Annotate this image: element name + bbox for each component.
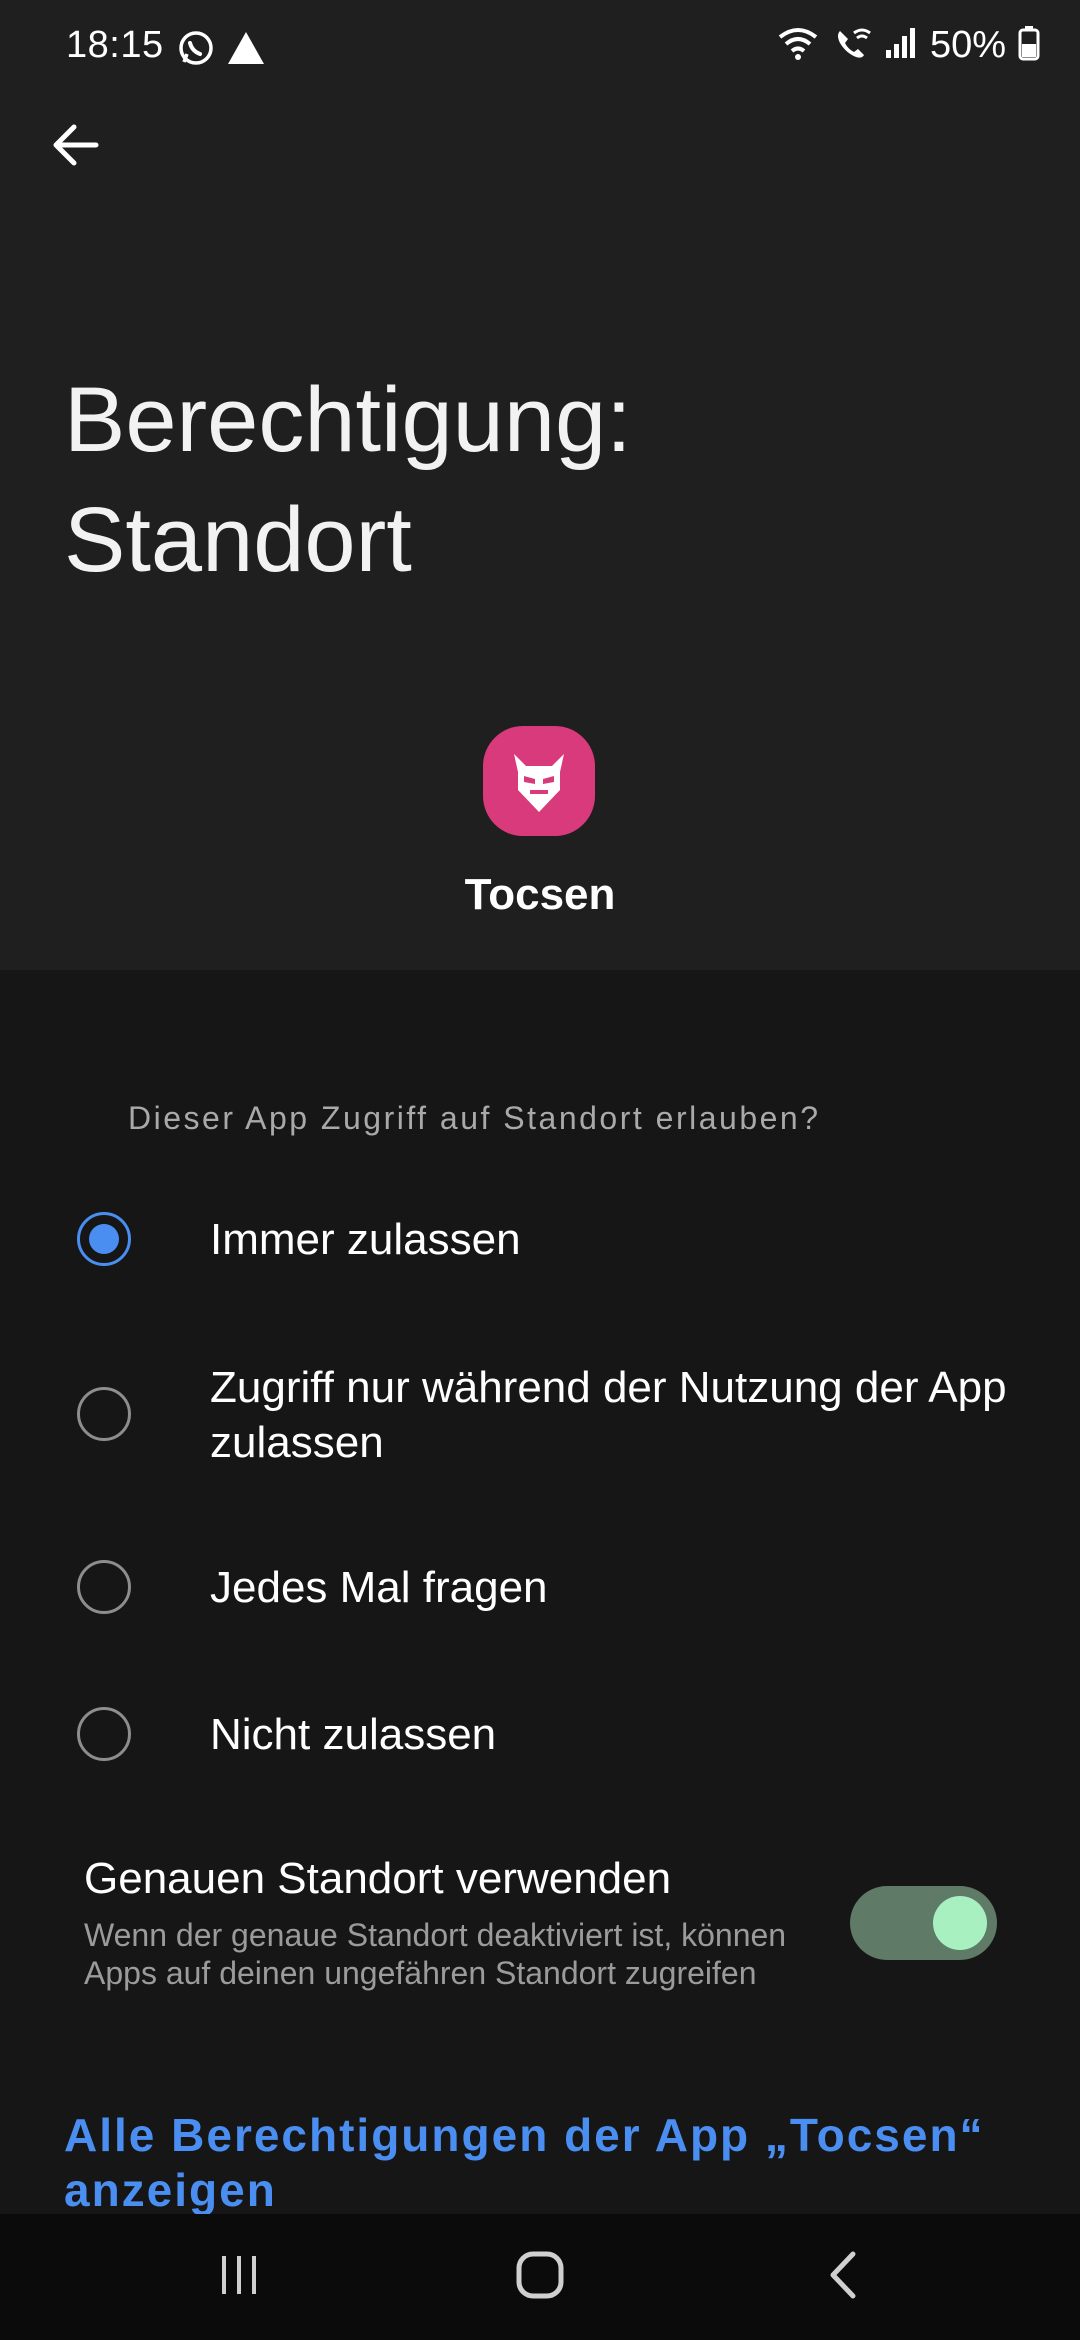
whatsapp-icon [176,28,216,73]
tocsen-app-icon [483,726,595,836]
system-navigation-bar [0,2214,1080,2340]
status-time: 18:15 [66,24,164,66]
page-title-line2: Standort [64,489,412,591]
option-label: Zugriff nur während der Nutzung der App … [210,1363,1007,1467]
toggle-knob [933,1896,987,1950]
precise-location-toggle[interactable] [850,1886,997,1960]
option-allow-while-using[interactable]: Zugriff nur während der Nutzung der App … [0,1360,1080,1480]
back-button[interactable] [40,112,110,182]
wifi-icon [776,25,820,66]
battery-icon [1018,25,1040,66]
nav-back-button[interactable] [808,2242,878,2312]
option-label: Immer zulassen [210,1215,521,1264]
home-icon [514,2249,566,2306]
radio-button[interactable] [77,1707,131,1761]
option-always-allow[interactable]: Immer zulassen [0,1212,1080,1298]
home-button[interactable] [505,2242,575,2312]
option-dont-allow[interactable]: Nicht zulassen [0,1707,1080,1793]
app-name: Tocsen [464,870,616,919]
radio-button[interactable] [77,1560,131,1614]
recent-apps-button[interactable] [204,2242,274,2312]
page-title: Berechtigung: Standort [64,360,964,600]
all-permissions-link[interactable]: Alle Berechtigungen der App „Tocsen“ anz… [64,2108,1024,2218]
option-ask-every-time[interactable]: Jedes Mal fragen [0,1560,1080,1646]
recent-apps-icon [216,2252,262,2303]
radio-button[interactable] [77,1387,131,1441]
battery-percent: 50% [929,24,1006,66]
status-bar: 18:15 50% [0,0,1080,96]
arrow-left-icon [50,123,100,172]
signal-icon [884,26,918,65]
precise-location-title: Genauen Standort verwenden [84,1854,672,1903]
warning-triangle-icon [226,30,266,71]
option-label: Jedes Mal fragen [210,1563,548,1612]
permission-question: Dieser App Zugriff auf Standort erlauben… [128,1100,821,1136]
radio-button-selected[interactable] [77,1212,131,1266]
page-title-line1: Berechtigung: [64,369,632,471]
back-icon [823,2250,863,2305]
wifi-calling-icon [832,25,872,66]
option-label: Nicht zulassen [210,1710,497,1759]
precise-location-description: Wenn der genaue Standort deaktiviert ist… [84,1917,787,1991]
